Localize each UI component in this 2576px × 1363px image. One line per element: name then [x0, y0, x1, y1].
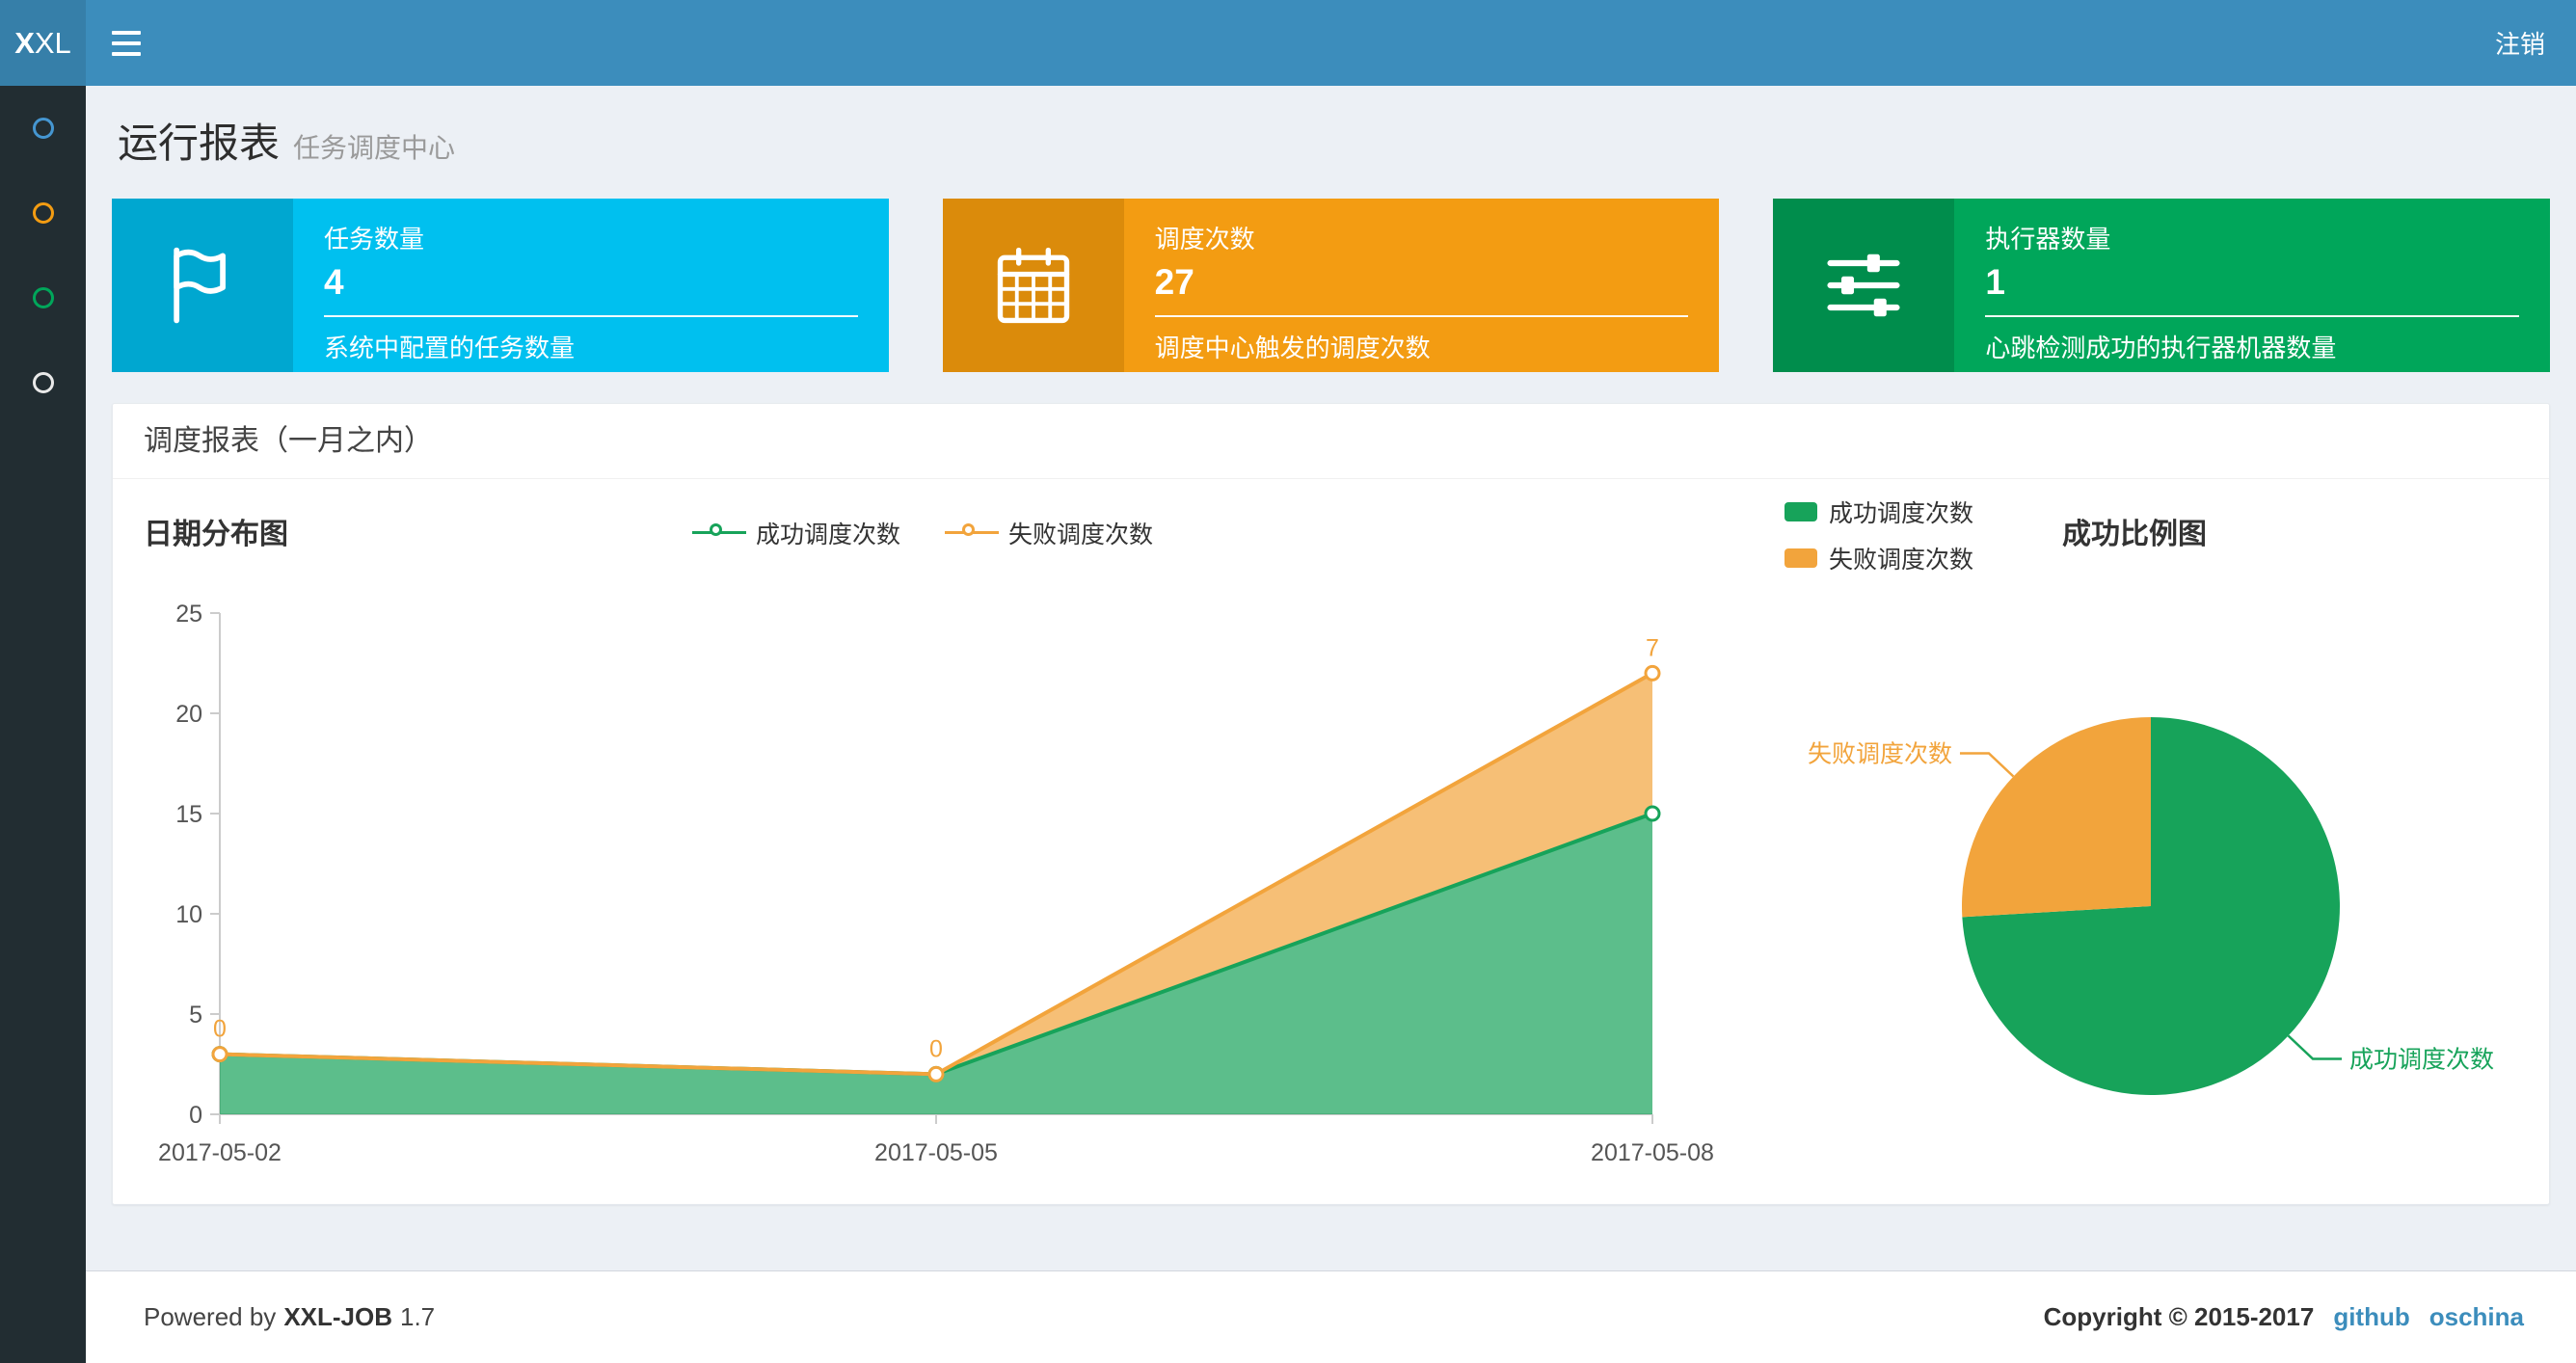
- panel-title: 调度报表（一月之内）: [113, 404, 2549, 479]
- pie-chart-legend: 成功调度次数 失败调度次数: [1784, 494, 1973, 575]
- divider: [1154, 315, 1689, 317]
- legend-swatch-icon: [1784, 502, 1817, 521]
- legend-item-success[interactable]: 成功调度次数: [1784, 494, 1973, 529]
- divider: [1985, 315, 2520, 317]
- hamburger-icon: [112, 30, 141, 35]
- page-header: 运行报表 任务调度中心: [112, 86, 2550, 170]
- info-box-value: 4: [324, 262, 344, 302]
- sidebar-item-4[interactable]: [0, 340, 86, 425]
- legend-swatch-icon: [1784, 548, 1817, 568]
- info-box-description: 系统中配置的任务数量: [324, 334, 576, 362]
- flag-icon: [112, 199, 293, 372]
- svg-text:失败调度次数: 失败调度次数: [1808, 740, 1952, 767]
- footer: Powered by XXL-JOB 1.7 Copyright © 2015-20…: [86, 1270, 2576, 1363]
- svg-text:10: 10: [175, 901, 202, 928]
- info-box-triggers: 调度次数 27 调度中心触发的调度次数: [942, 199, 1720, 372]
- sidebar-item-3[interactable]: [0, 255, 86, 340]
- svg-text:7: 7: [1646, 634, 1659, 661]
- top-navbar: X XL 注销: [0, 0, 2576, 86]
- logo-text: XL: [34, 25, 71, 60]
- legend-item-fail[interactable]: 失败调度次数: [1784, 541, 1973, 575]
- logo-bold-text: X: [14, 25, 35, 60]
- svg-text:20: 20: [175, 701, 202, 728]
- circle-icon: [32, 372, 54, 393]
- page-title: 运行报表: [118, 120, 281, 166]
- date-distribution-block: 日期分布图 成功调度次数 失败调度次数 0 5 10 15 20 25 2017-05-02…: [113, 479, 1732, 1204]
- svg-text:成功调度次数: 成功调度次数: [2349, 1047, 2494, 1074]
- svg-text:2017-05-05: 2017-05-05: [874, 1139, 998, 1166]
- copyright-text: Copyright © 2015-2017: [2043, 1302, 2315, 1331]
- info-box-value: 1: [1985, 262, 2005, 302]
- sidebar-item-2[interactable]: [0, 171, 86, 255]
- svg-text:25: 25: [175, 601, 202, 628]
- info-box-title: 执行器数量: [1985, 225, 2111, 254]
- svg-text:15: 15: [175, 801, 202, 828]
- app-logo[interactable]: X XL: [0, 0, 86, 86]
- svg-text:2017-05-08: 2017-05-08: [1591, 1139, 1714, 1166]
- product-name: XXL-JOB: [283, 1302, 392, 1331]
- oschina-link[interactable]: oschina: [2429, 1302, 2524, 1332]
- sliders-icon: [1773, 199, 1955, 372]
- github-link[interactable]: github: [2333, 1302, 2409, 1332]
- svg-text:0: 0: [213, 1016, 227, 1043]
- summary-boxes: 任务数量 4 系统中配置的任务数量 调度次数 27 调度中心触发的调度次数 执行…: [112, 199, 2551, 372]
- info-box-description: 心跳检测成功的执行器机器数量: [1985, 334, 2337, 362]
- svg-text:2017-05-02: 2017-05-02: [158, 1139, 282, 1166]
- pie-chart-title: 成功比例图: [2062, 519, 2207, 550]
- info-box-title: 调度次数: [1154, 225, 1255, 254]
- circle-icon: [32, 202, 54, 224]
- success-ratio-pie-chart: 成功调度次数 失败调度次数: [1808, 717, 2494, 1095]
- info-box-value: 27: [1154, 262, 1194, 302]
- main-content: 运行报表 任务调度中心 任务数量 4 系统中配置的任务数量 调度次数 27 调度…: [86, 86, 2576, 1270]
- sidebar-item-1[interactable]: [0, 86, 86, 171]
- line-series-marker-icon: [691, 522, 746, 544]
- info-box-jobs: 任务数量 4 系统中配置的任务数量: [112, 199, 889, 372]
- divider: [324, 315, 858, 317]
- page-subtitle: 任务调度中心: [293, 133, 456, 163]
- line-chart-title: 日期分布图: [144, 519, 288, 550]
- svg-text:0: 0: [189, 1102, 202, 1129]
- date-distribution-chart: 05101520252017-05-02 2017-05-05 2017-05-08…: [158, 601, 1714, 1166]
- powered-by-text: Powered by: [144, 1302, 277, 1331]
- line-chart-legend: 成功调度次数 失败调度次数: [113, 500, 1732, 550]
- success-ratio-block: 成功调度次数 失败调度次数 成功比例图 成功调度次数 失败调度次数: [1732, 479, 2549, 1204]
- line-series-marker-icon: [945, 522, 999, 544]
- logout-link[interactable]: 注销: [2464, 0, 2576, 86]
- legend-item-success[interactable]: 成功调度次数: [691, 516, 900, 550]
- info-box-description: 调度中心触发的调度次数: [1154, 334, 1431, 362]
- info-box-title: 任务数量: [324, 225, 425, 254]
- circle-icon: [32, 287, 54, 308]
- sidebar-toggle-button[interactable]: [86, 0, 167, 86]
- calendar-icon: [942, 199, 1124, 372]
- report-panel: 调度报表（一月之内） 日期分布图 成功调度次数 失败调度次数 0 5 10 15…: [112, 403, 2550, 1205]
- svg-text:5: 5: [189, 1002, 202, 1029]
- info-box-executors: 执行器数量 1 心跳检测成功的执行器机器数量: [1773, 199, 2551, 372]
- svg-text:0: 0: [929, 1035, 943, 1062]
- sidebar: [0, 86, 86, 1363]
- legend-item-fail[interactable]: 失败调度次数: [945, 516, 1153, 550]
- circle-icon: [32, 118, 54, 139]
- product-version: 1.7: [400, 1302, 436, 1331]
